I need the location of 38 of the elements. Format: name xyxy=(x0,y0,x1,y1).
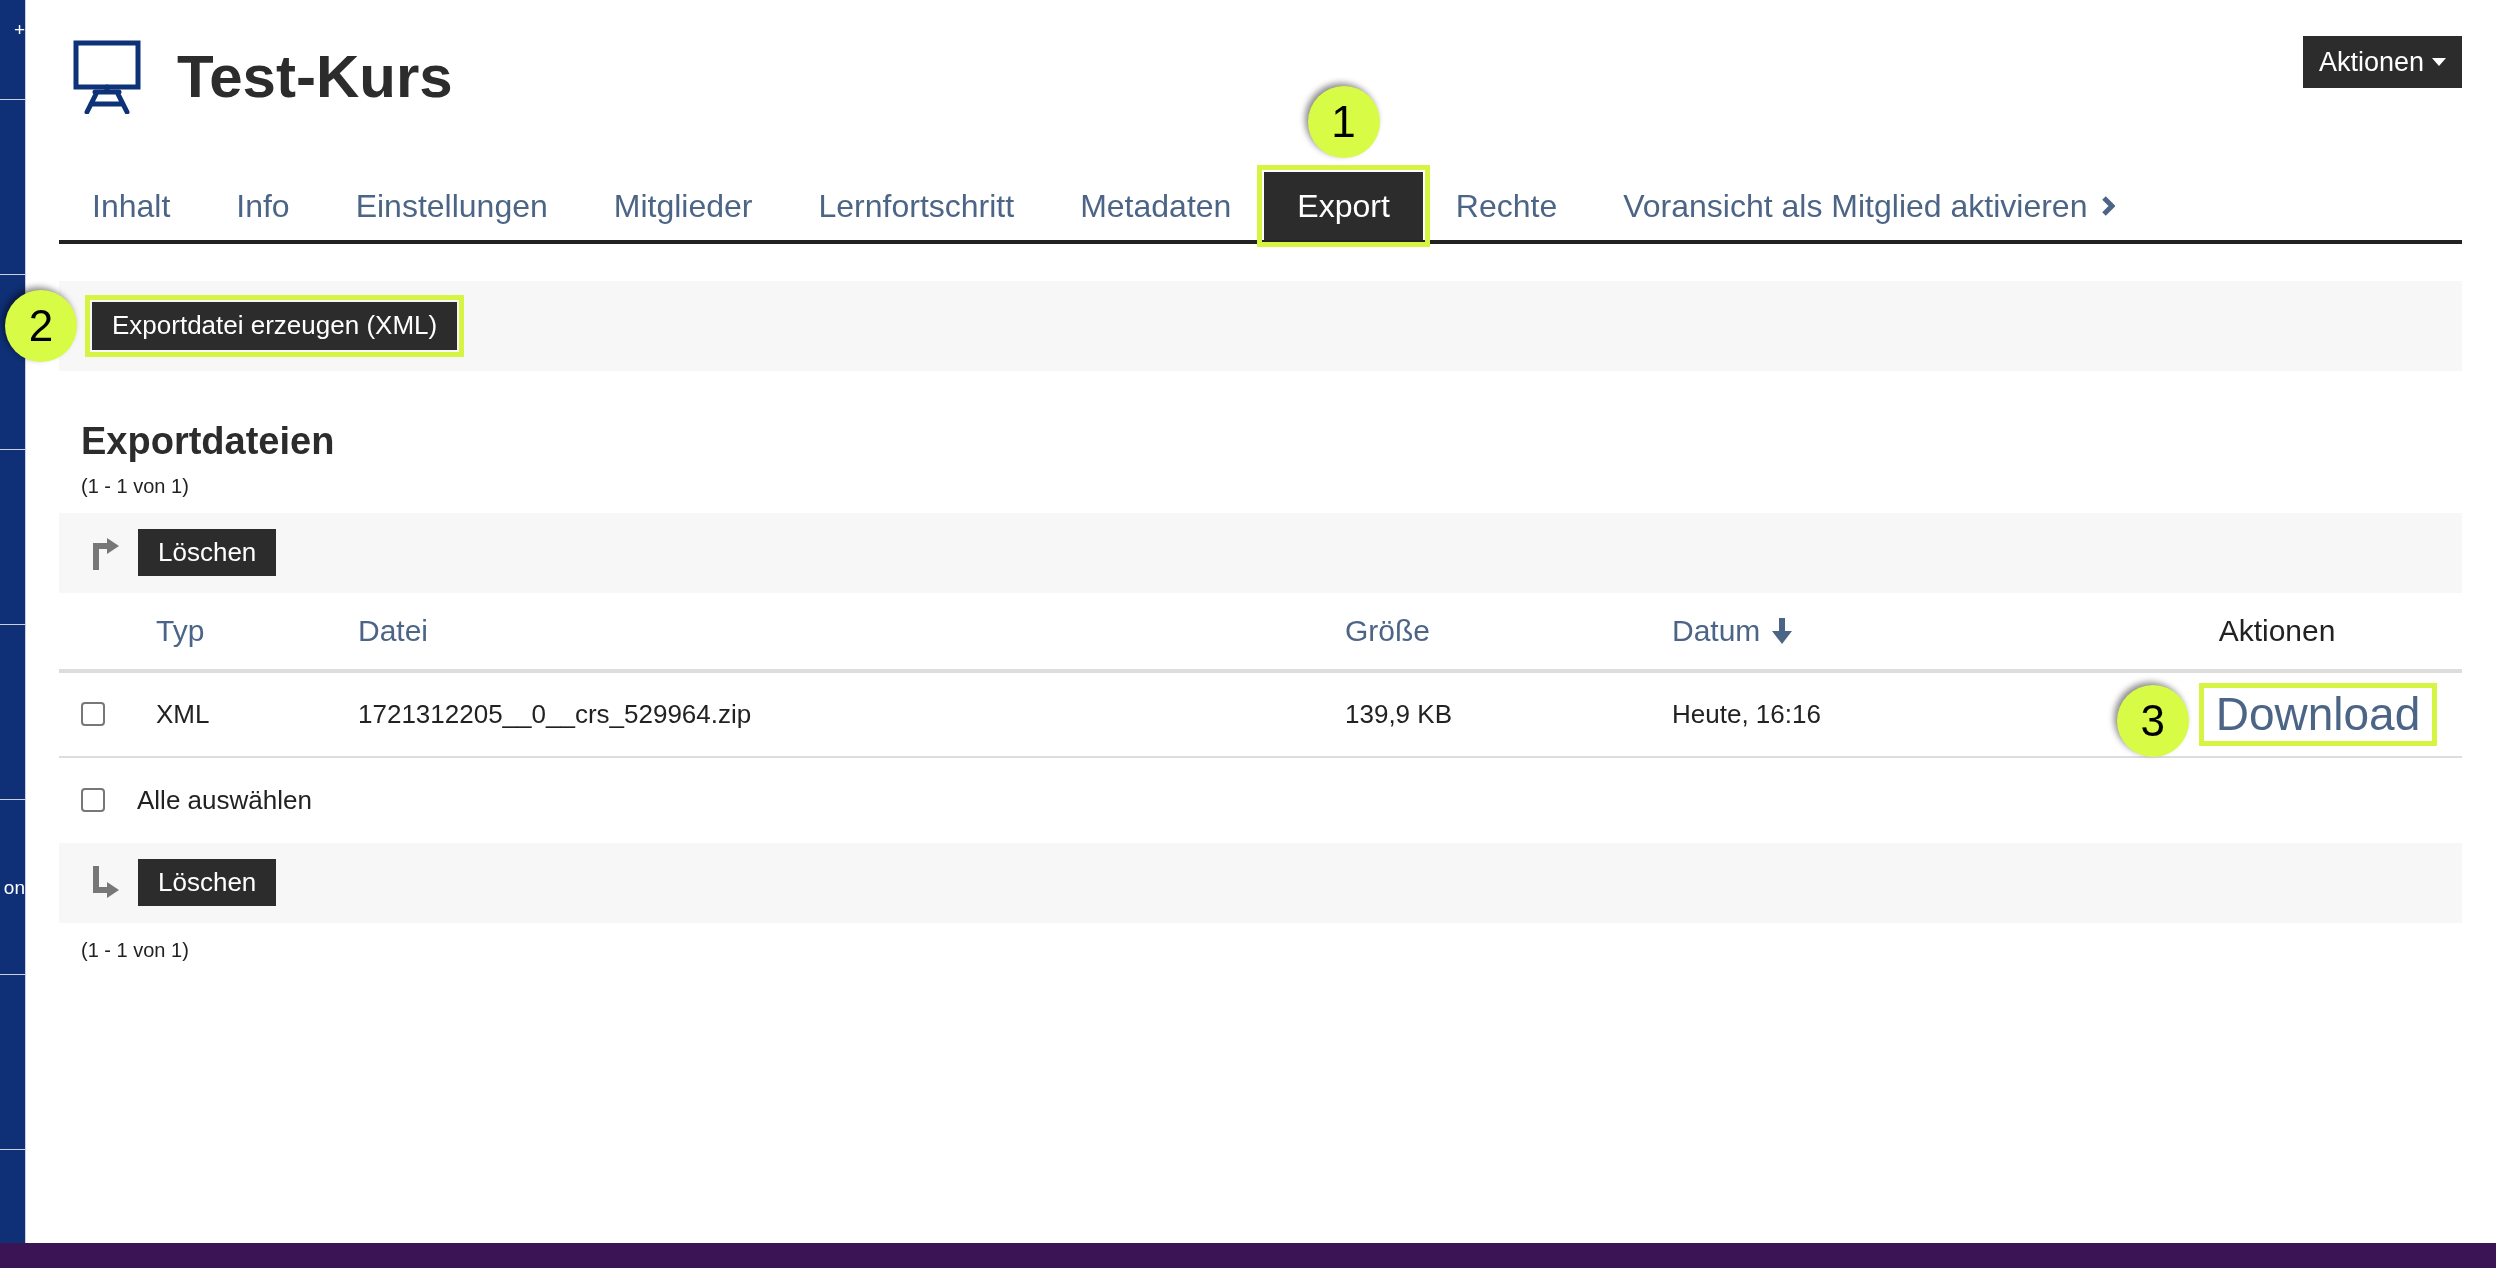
pagination-range: (1 - 1 von 1) xyxy=(81,473,190,499)
tab[interactable]: Lernfortschritt xyxy=(785,172,1048,240)
table-cell-text: 139,9 KB xyxy=(1345,697,1452,731)
page-title: Test-Kurs xyxy=(177,42,453,112)
delete-button[interactable]: Löschen xyxy=(138,529,277,577)
sidebar-item[interactable]: + xyxy=(13,20,25,39)
tab[interactable]: Mitglieder xyxy=(580,172,786,240)
column-header: Aktionen xyxy=(2218,613,2336,650)
tab[interactable]: Rechte xyxy=(1422,172,1591,240)
table-cell-text: Heute, 16:16 xyxy=(1672,697,1821,731)
delete-button[interactable]: Löschen xyxy=(138,859,277,907)
tab[interactable]: Einstellungen xyxy=(322,172,581,240)
easel-icon xyxy=(73,40,141,114)
tab[interactable]: Info xyxy=(203,172,323,240)
chevron-right-icon xyxy=(2101,195,2116,217)
caret-icon xyxy=(2432,58,2446,66)
callout-badge: 3 xyxy=(2116,685,2189,758)
arrow-turn-up-right-icon xyxy=(92,535,120,570)
callout-badge: 2 xyxy=(5,290,77,362)
callout-badge: 1 xyxy=(1307,86,1380,158)
row-checkbox[interactable] xyxy=(81,702,105,727)
tab[interactable]: Metadaten xyxy=(1047,172,1265,240)
tab[interactable]: Inhalt xyxy=(59,172,204,240)
preview-link[interactable]: Voransicht als Mitglied aktivieren xyxy=(1590,172,2149,240)
table-cell-text: 1721312205__0__crs_529964.zip xyxy=(358,697,752,731)
table-cell-text: XML xyxy=(156,697,210,731)
checkbox-label: Alle auswählen xyxy=(137,783,312,817)
section-heading: Exportdateien xyxy=(81,419,336,464)
column-sort-link[interactable]: Größe xyxy=(1345,608,1431,654)
column-sort-link[interactable]: Datum xyxy=(1672,608,1761,654)
column-sort-link[interactable]: Datei xyxy=(358,608,429,654)
sidebar-item[interactable]: on xyxy=(3,877,25,897)
download-link[interactable]: Download xyxy=(2198,682,2438,746)
select-all-checkbox[interactable] xyxy=(81,788,105,813)
pagination-range: (1 - 1 von 1) xyxy=(81,937,190,963)
arrow-turn-down-right-icon xyxy=(92,865,120,900)
actions-dropdown-button[interactable]: Aktionen xyxy=(2302,35,2462,89)
column-sort-link[interactable]: Typ xyxy=(156,608,205,654)
